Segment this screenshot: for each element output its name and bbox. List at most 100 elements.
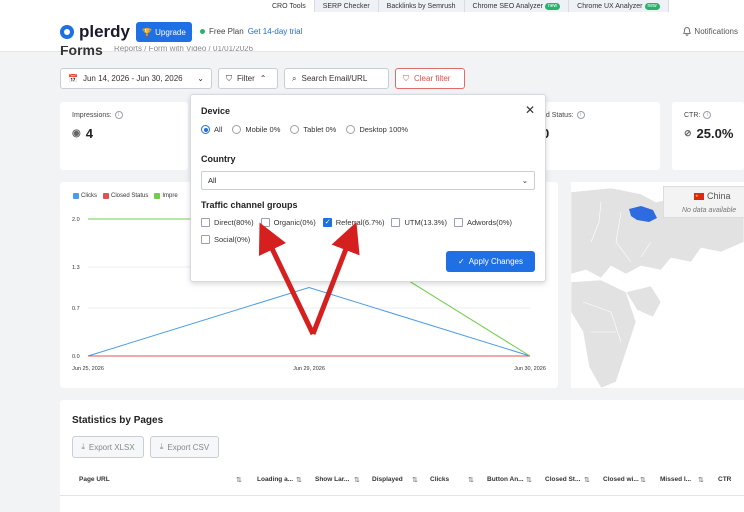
clear-filter-button[interactable]: ⛉ Clear filter [395, 68, 465, 89]
new-badge: new [544, 3, 561, 10]
stat-label: Impressions: i [72, 111, 123, 119]
sort-icon[interactable]: ⇅ [236, 476, 242, 484]
sort-icon[interactable]: ⇅ [296, 476, 302, 484]
notifications-button[interactable]: Notifications [683, 27, 738, 36]
column-displayed[interactable]: Displayed [372, 476, 403, 483]
checkbox-adwords[interactable]: Adwords(0%) [453, 218, 512, 227]
upgrade-button[interactable]: 🏆 Upgrade [136, 22, 192, 42]
checkbox-label: Organic(0%) [273, 218, 316, 227]
check-circle-icon: ⊘ [684, 128, 692, 138]
map-country-name: China [707, 191, 731, 201]
stat-label-text: Impressions: [72, 111, 112, 119]
search-email-url-button[interactable]: ⌕ Search Email/URL [284, 68, 389, 89]
sort-icon[interactable]: ⇅ [640, 476, 646, 484]
stat-card-impressions: Impressions: i ◉ 4 [60, 102, 188, 170]
apply-changes-button[interactable]: ✓ Apply Changes [446, 251, 535, 272]
x-tick-label: Jun 29, 2026 [293, 366, 325, 372]
radio-device-all[interactable]: All [201, 125, 222, 134]
checkbox-organic[interactable]: Organic(0%) [260, 218, 316, 227]
china-flag-icon [694, 192, 704, 200]
info-icon[interactable]: i [576, 111, 585, 119]
download-icon: ⤓ [81, 442, 85, 451]
stat-label: ed Status: i [542, 111, 585, 119]
checkbox-label: Adwords(0%) [466, 218, 512, 227]
tab-serp-checker[interactable]: SERP Checker [315, 0, 379, 12]
device-radio-group: All Mobile 0% Tablet 0% Desktop 100% [201, 125, 408, 134]
radio-device-mobile[interactable]: Mobile 0% [232, 125, 280, 134]
radio-device-tablet[interactable]: Tablet 0% [290, 125, 336, 134]
column-show-large[interactable]: Show Lar... [315, 476, 349, 483]
map-nodata: No data available [682, 207, 737, 214]
table-header: Page URL ⇅ Loading a... ⇅ Show Lar... ⇅ … [60, 466, 744, 496]
country-select[interactable]: All ⌄ [201, 171, 535, 190]
tab-backlinks[interactable]: Backlinks by Semrush [379, 0, 465, 12]
statistics-title: Statistics by Pages [72, 415, 164, 426]
sort-icon[interactable]: ⇅ [526, 476, 532, 484]
column-missed[interactable]: Missed I... [660, 476, 691, 483]
column-button-analytics[interactable]: Button An... [487, 476, 524, 483]
radio-label: Desktop 100% [359, 125, 409, 134]
trial-link[interactable]: Get 14-day trial [248, 27, 303, 36]
stat-label: CTR: i [684, 111, 712, 119]
checkbox-label: Referral(6.7%) [335, 218, 385, 227]
clear-filter-label: Clear filter [414, 74, 451, 83]
checkbox-box [201, 235, 210, 244]
tab-label: SERP Checker [322, 3, 370, 10]
status-dot-icon [200, 29, 205, 34]
column-loading[interactable]: Loading a... [257, 476, 293, 483]
tab-cro-tools[interactable]: CRO Tools [264, 0, 315, 12]
stat-label-text: ed Status: [542, 111, 574, 119]
sort-icon[interactable]: ⇅ [468, 476, 474, 484]
map-panel: China No data available [571, 182, 744, 388]
logo[interactable]: plerdy [60, 22, 130, 42]
apply-changes-label: Apply Changes [468, 257, 523, 266]
sort-icon[interactable]: ⇅ [354, 476, 360, 484]
stat-value-text: 25.0% [696, 126, 734, 141]
y-tick-label: 0.0 [72, 354, 80, 360]
map-tooltip: China No data available [663, 186, 744, 218]
column-page-url[interactable]: Page URL [79, 476, 110, 483]
column-closed-with[interactable]: Closed wi... [603, 476, 639, 483]
radio-device-desktop[interactable]: Desktop 100% [346, 125, 408, 134]
tab-label: Backlinks by Semrush [386, 3, 456, 10]
checkbox-utm[interactable]: UTM(13.3%) [391, 218, 447, 227]
date-range-picker[interactable]: 📅 Jun 14, 2026 - Jun 30, 2026 ⌄ [60, 68, 212, 89]
radio-circle [290, 125, 300, 134]
map-country: China [694, 191, 731, 201]
check-icon: ✓ [458, 257, 465, 266]
checkbox-box [201, 218, 210, 227]
sort-icon[interactable]: ⇅ [698, 476, 704, 484]
checkbox-social[interactable]: Social(0%) [201, 235, 250, 244]
country-select-value: All [208, 176, 217, 185]
stat-value: ◉ 4 [72, 126, 93, 141]
export-xlsx-button[interactable]: ⤓ Export XLSX [72, 436, 144, 458]
sort-icon[interactable]: ⇅ [584, 476, 590, 484]
filter-button[interactable]: ⛉ Filter ⌃ [218, 68, 278, 89]
traffic-heading: Traffic channel groups [201, 200, 298, 210]
radio-label: All [214, 125, 223, 134]
column-closed-status[interactable]: Closed St... [545, 476, 580, 483]
traffic-checkbox-row: Direct(80%) Organic(0%) Referral(6.7%) U… [201, 218, 512, 227]
x-tick-label: Jun 30, 2026 [514, 366, 546, 372]
info-icon[interactable]: i [703, 111, 712, 119]
export-csv-label: Export CSV [167, 442, 210, 452]
column-clicks[interactable]: Clicks [430, 476, 449, 483]
export-csv-button[interactable]: ⤓ Export CSV [150, 436, 219, 458]
checkbox-direct[interactable]: Direct(80%) [201, 218, 254, 227]
export-xlsx-label: Export XLSX [88, 442, 135, 452]
statistics-panel: Statistics by Pages ⤓ Export XLSX ⤓ Export… [60, 400, 744, 512]
traffic-checkbox-row: Social(0%) [201, 235, 250, 244]
tab-chrome-ux-analyzer[interactable]: Chrome UX Analyzer new [569, 0, 669, 12]
sort-icon[interactable]: ⇅ [412, 476, 418, 484]
checkbox-box [322, 218, 332, 227]
tab-chrome-seo-analyzer[interactable]: Chrome SEO Analyzer new [465, 0, 570, 12]
info-icon[interactable]: i [114, 111, 123, 119]
radio-label: Mobile 0% [245, 125, 281, 134]
radio-label: Tablet 0% [303, 125, 337, 134]
tab-label: Chrome UX Analyzer [577, 3, 643, 10]
close-icon[interactable]: ✕ [525, 103, 535, 117]
checkbox-referral[interactable]: Referral(6.7%) [322, 218, 385, 227]
filter-row: 📅 Jun 14, 2026 - Jun 30, 2026 ⌄ ⛉ Filter… [60, 68, 465, 89]
date-range-text: Jun 14, 2026 - Jun 30, 2026 [82, 74, 183, 83]
column-ctr[interactable]: CTR [718, 476, 731, 483]
